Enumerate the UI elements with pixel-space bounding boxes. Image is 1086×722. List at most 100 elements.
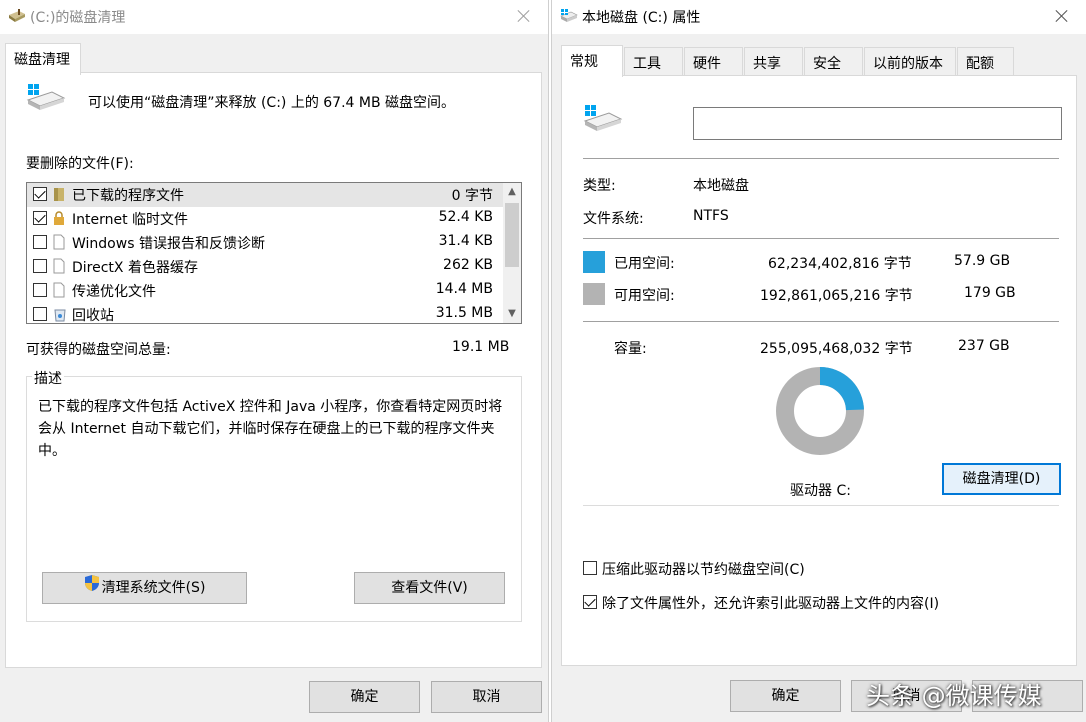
filesystem-label: 文件系统:: [583, 211, 644, 227]
free-space-bytes: 192,861,065,216 字节: [760, 288, 913, 304]
file-name: 回收站: [72, 308, 114, 324]
used-space-swatch: [583, 251, 605, 273]
used-space-label: 已用空间:: [614, 256, 675, 272]
filesystem-value: NTFS: [693, 208, 729, 224]
file-icon: [53, 234, 65, 250]
file-size: 31.5 MB: [435, 305, 493, 321]
tab-hardware[interactable]: 硬件: [684, 47, 743, 77]
capacity-gb: 237 GB: [958, 338, 1010, 354]
description-title: 描述: [32, 368, 64, 388]
free-space-gb: 179 GB: [964, 285, 1016, 301]
title-bar: (C:)的磁盘清理: [0, 0, 548, 34]
file-name: 传递优化文件: [72, 284, 156, 300]
file-checkbox[interactable]: [33, 211, 47, 225]
file-size: 14.4 MB: [435, 281, 493, 297]
list-item[interactable]: Internet 临时文件 52.4 KB: [27, 207, 503, 231]
window-title: 本地磁盘 (C:) 属性: [582, 10, 701, 26]
capacity-bytes: 255,095,468,032 字节: [760, 341, 913, 357]
usage-donut-chart: [776, 367, 864, 455]
used-space-gb: 57.9 GB: [954, 253, 1011, 269]
tab-label: 共享: [753, 56, 781, 72]
cleanup-summary: 可以使用“磁盘清理”来释放 (C:) 上的 67.4 MB 磁盘空间。: [88, 95, 456, 111]
file-checkbox[interactable]: [33, 307, 47, 321]
type-label: 类型:: [583, 178, 616, 194]
file-checkbox[interactable]: [33, 259, 47, 273]
free-space-label: 可用空间:: [614, 288, 675, 304]
file-name: 已下载的程序文件: [72, 188, 184, 204]
tab-label: 配额: [966, 56, 994, 72]
window-title: (C:)的磁盘清理: [30, 10, 126, 26]
cancel-button[interactable]: 取消: [431, 681, 542, 713]
scroll-thumb[interactable]: [505, 203, 519, 267]
title-bar: 本地磁盘 (C:) 属性: [552, 0, 1086, 34]
compress-checkbox[interactable]: [583, 561, 597, 575]
close-button[interactable]: [1052, 6, 1072, 26]
drive-icon: [583, 105, 623, 135]
index-checkbox[interactable]: [583, 595, 597, 609]
file-size: 262 KB: [443, 257, 493, 273]
separator: [583, 321, 1059, 322]
disk-cleanup-button[interactable]: 磁盘清理(D): [942, 463, 1061, 495]
file-size: 31.4 KB: [438, 233, 493, 249]
file-size: 52.4 KB: [438, 209, 493, 225]
drive-title-icon: [560, 9, 578, 27]
tab-disk-cleanup[interactable]: 磁盘清理: [5, 43, 81, 75]
file-checkbox[interactable]: [33, 187, 47, 201]
tab-tools[interactable]: 工具: [624, 47, 683, 77]
volume-name-input[interactable]: [693, 107, 1062, 140]
tab-label: 工具: [633, 56, 661, 72]
ok-button[interactable]: 确定: [309, 681, 420, 713]
file-name: DirectX 着色器缓存: [72, 260, 198, 276]
drive-label: 驱动器 C:: [790, 483, 851, 499]
type-value: 本地磁盘: [693, 178, 749, 194]
tab-label: 常规: [570, 54, 598, 70]
scroll-up-icon[interactable]: ▲: [503, 183, 521, 201]
scroll-down-icon[interactable]: ▼: [503, 305, 521, 323]
folder-icon: [53, 186, 65, 202]
tab-label: 以前的版本: [873, 56, 943, 72]
file-name: Windows 错误报告和反馈诊断: [72, 236, 265, 252]
tab-label: 硬件: [693, 56, 721, 72]
clean-system-files-label: 清理系统文件(S): [101, 580, 206, 596]
files-list[interactable]: 已下载的程序文件 0 字节 Internet 临时文件 52.4 KB Windows …: [26, 182, 522, 324]
list-item[interactable]: DirectX 着色器缓存 262 KB: [27, 255, 503, 279]
total-space-label: 可获得的磁盘空间总量:: [26, 342, 171, 358]
separator: [583, 238, 1059, 239]
file-icon: [53, 282, 65, 298]
tab-previous-versions[interactable]: 以前的版本: [864, 47, 956, 77]
files-to-delete-label: 要删除的文件(F):: [26, 156, 134, 172]
list-item[interactable]: Windows 错误报告和反馈诊断 31.4 KB: [27, 231, 503, 255]
cancel-label: 取消: [472, 689, 501, 705]
list-item[interactable]: 已下载的程序文件 0 字节: [27, 183, 503, 207]
tab-label: 磁盘清理: [14, 52, 70, 68]
uac-shield-icon: [84, 573, 100, 603]
clean-system-files-button[interactable]: 清理系统文件(S): [42, 572, 247, 604]
tab-quota[interactable]: 配额: [957, 47, 1014, 77]
file-checkbox[interactable]: [33, 283, 47, 297]
capacity-label: 容量:: [614, 341, 647, 357]
ok-label: 确定: [350, 689, 379, 705]
free-space-swatch: [583, 283, 605, 305]
view-files-button[interactable]: 查看文件(V): [354, 572, 505, 604]
files-list-scrollbar[interactable]: ▲ ▼: [503, 183, 521, 323]
disk-cleanup-icon: [8, 9, 26, 27]
recycle-bin-icon: [53, 306, 66, 322]
compress-label: 压缩此驱动器以节约磁盘空间(C): [602, 562, 805, 578]
view-files-label: 查看文件(V): [391, 580, 468, 596]
tab-security[interactable]: 安全: [804, 47, 863, 77]
list-item[interactable]: 传递优化文件 14.4 MB: [27, 279, 503, 303]
drive-properties-window: 本地磁盘 (C:) 属性 常规 工具 硬件 共享 安全 以前的版本 配额 类型: 本地磁盘 …: [551, 0, 1086, 722]
close-button[interactable]: [514, 6, 534, 26]
file-size: 0 字节: [451, 188, 493, 204]
lock-icon: [53, 210, 65, 226]
tab-general[interactable]: 常规: [561, 45, 623, 77]
description-text: 已下载的程序文件包括 ActiveX 控件和 Java 小程序，你查看特定网页时…: [38, 399, 503, 459]
file-icon: [53, 258, 65, 274]
ok-button[interactable]: 确定: [730, 680, 841, 712]
separator: [583, 158, 1059, 159]
disk-cleanup-label: 磁盘清理(D): [962, 471, 1041, 487]
list-item[interactable]: 回收站 31.5 MB: [27, 303, 503, 324]
tab-sharing[interactable]: 共享: [744, 47, 803, 77]
file-checkbox[interactable]: [33, 235, 47, 249]
used-space-bytes: 62,234,402,816 字节: [768, 256, 912, 272]
